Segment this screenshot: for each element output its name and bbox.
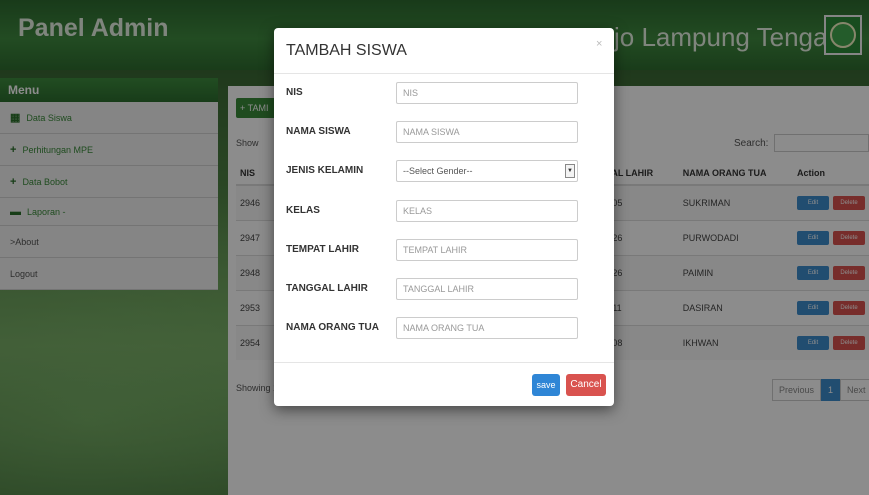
gender-select-value: --Select Gender-- [403, 166, 473, 176]
field-label: NIS [286, 87, 303, 98]
form-row-nama-orang-tua: NAMA ORANG TUA NAMA ORANG TUA [274, 317, 614, 341]
save-button[interactable]: save [532, 374, 560, 396]
tempat-lahir-input[interactable]: TEMPAT LAHIR [396, 239, 578, 261]
gender-select[interactable]: --Select Gender-- ▼ [396, 160, 578, 182]
nama-orang-tua-input[interactable]: NAMA ORANG TUA [396, 317, 578, 339]
field-label: JENIS KELAMIN [286, 165, 364, 176]
nis-input[interactable]: NIS [396, 82, 578, 104]
chevron-down-icon: ▼ [565, 164, 575, 178]
field-label: NAMA ORANG TUA [286, 322, 379, 333]
tanggal-lahir-input[interactable]: TANGGAL LAHIR [396, 278, 578, 300]
form-row-tempat-lahir: TEMPAT LAHIR TEMPAT LAHIR [274, 239, 614, 263]
field-label: TEMPAT LAHIR [286, 244, 359, 255]
modal-title: TAMBAH SISWA [286, 42, 407, 59]
kelas-input[interactable]: KELAS [396, 200, 578, 222]
form-row-nama-siswa: NAMA SISWA NAMA SISWA [274, 121, 614, 145]
form-row-kelas: KELAS KELAS [274, 200, 614, 224]
nama-siswa-input[interactable]: NAMA SISWA [396, 121, 578, 143]
field-label: NAMA SISWA [286, 126, 351, 137]
form-row-jenis-kelamin: JENIS KELAMIN --Select Gender-- ▼ [274, 160, 614, 184]
field-label: TANGGAL LAHIR [286, 283, 368, 294]
close-icon[interactable]: × [596, 38, 602, 50]
form-row-nis: NIS NIS [274, 82, 614, 106]
modal-footer-divider [274, 362, 614, 363]
modal-divider [274, 73, 614, 74]
tambah-siswa-modal: TAMBAH SISWA × NIS NIS NAMA SISWA NAMA S… [274, 28, 614, 406]
cancel-button[interactable]: Cancel [566, 374, 606, 396]
field-label: KELAS [286, 205, 320, 216]
form-row-tanggal-lahir: TANGGAL LAHIR TANGGAL LAHIR [274, 278, 614, 302]
